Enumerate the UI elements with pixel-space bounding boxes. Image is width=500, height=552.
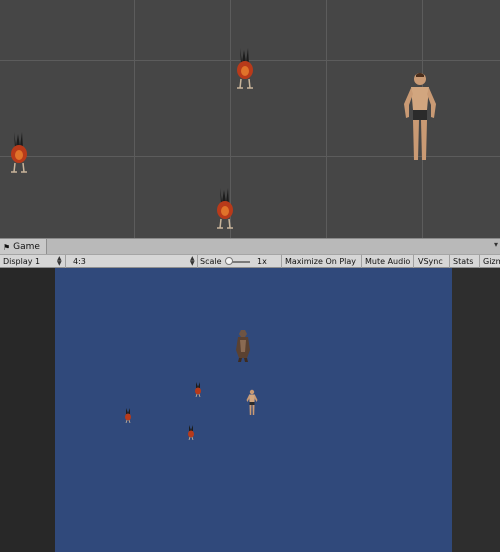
display-dropdown[interactable]: Display 1	[3, 255, 65, 268]
monster-figure[interactable]	[235, 328, 251, 362]
bird-creature[interactable]	[124, 408, 132, 423]
scale-value: 1x	[257, 257, 267, 266]
tab-game-label: Game	[13, 242, 40, 252]
aspect-dropdown-label: 4:3	[73, 257, 86, 266]
scale-slider-handle[interactable]	[225, 257, 233, 265]
display-dropdown-arrows-icon: ▲ ▼	[57, 255, 62, 267]
bird-creature[interactable]	[194, 382, 202, 397]
vsync-toggle[interactable]: VSync	[418, 255, 443, 268]
scale-label: Scale	[200, 257, 222, 266]
bird-creature[interactable]	[213, 186, 237, 230]
gizmos-dropdown-label: Gizmos	[483, 257, 500, 266]
game-view	[0, 268, 500, 552]
scene-view[interactable]	[0, 0, 500, 238]
human-character[interactable]	[400, 70, 440, 166]
game-viewport[interactable]	[55, 268, 452, 552]
bird-creature[interactable]	[7, 130, 31, 174]
mute-audio-toggle[interactable]: Mute Audio	[365, 255, 410, 268]
divider	[413, 255, 414, 268]
bird-creature[interactable]	[233, 46, 257, 90]
divider	[449, 255, 450, 268]
game-toolbar: Display 1 ▲ ▼ 4:3 ▲ ▼ Scale 1x Maximize On…	[0, 254, 500, 268]
display-dropdown-label: Display 1	[3, 257, 41, 266]
aspect-dropdown[interactable]: 4:3	[73, 255, 197, 268]
divider	[281, 255, 282, 268]
grid-line	[134, 0, 135, 238]
game-icon: ⚑	[3, 242, 11, 252]
maximize-on-play-toggle[interactable]: Maximize On Play	[285, 255, 356, 268]
tab-strip: ⚑ Game ▾	[0, 238, 500, 255]
bird-creature[interactable]	[187, 425, 195, 440]
tab-game[interactable]: ⚑ Game	[0, 239, 47, 255]
gizmos-dropdown[interactable]: Gizmos	[483, 255, 500, 268]
divider	[197, 255, 198, 268]
human-character[interactable]	[246, 389, 258, 415]
game-view-side-panel	[452, 268, 500, 552]
divider	[65, 255, 66, 268]
tab-menu-icon[interactable]: ▾	[494, 240, 498, 249]
aspect-dropdown-arrows-icon: ▲ ▼	[190, 255, 195, 267]
divider	[479, 255, 480, 268]
divider	[361, 255, 362, 268]
grid-line	[326, 0, 327, 238]
stats-toggle[interactable]: Stats	[453, 255, 473, 268]
